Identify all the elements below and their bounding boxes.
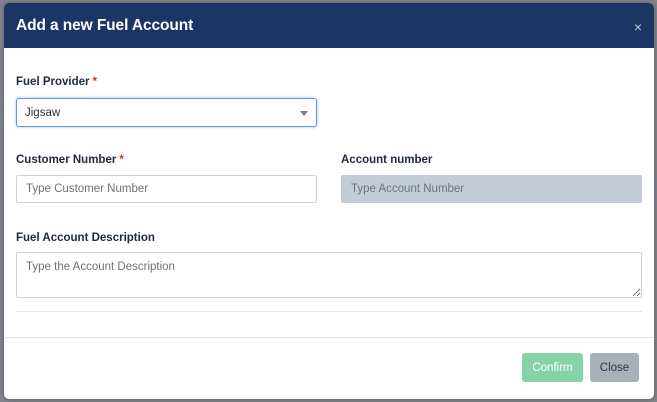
customer-number-input[interactable] bbox=[16, 175, 317, 203]
required-asterisk: * bbox=[119, 154, 124, 166]
footer-divider bbox=[4, 337, 654, 338]
chevron-down-icon bbox=[300, 111, 308, 116]
required-asterisk: * bbox=[92, 76, 97, 88]
confirm-button[interactable]: Confirm bbox=[522, 353, 583, 382]
fuel-provider-selected-value: Jigsaw bbox=[25, 106, 61, 119]
close-button[interactable]: Close bbox=[590, 353, 639, 382]
account-number-label-text: Account number bbox=[341, 154, 433, 166]
customer-number-label: Customer Number * bbox=[16, 154, 124, 166]
customer-number-label-text: Customer Number bbox=[16, 154, 117, 166]
account-number-input bbox=[341, 175, 642, 203]
form-divider bbox=[16, 311, 642, 312]
description-label: Fuel Account Description bbox=[16, 232, 155, 244]
account-number-label: Account number bbox=[341, 154, 432, 166]
description-textarea[interactable] bbox=[16, 252, 642, 298]
add-fuel-account-modal: Add a new Fuel Account × Fuel Provider * … bbox=[4, 3, 654, 399]
description-label-text: Fuel Account Description bbox=[16, 232, 155, 244]
close-icon[interactable]: × bbox=[634, 20, 642, 34]
fuel-provider-label: Fuel Provider * bbox=[16, 76, 97, 88]
modal-title: Add a new Fuel Account bbox=[16, 16, 194, 34]
modal-header: Add a new Fuel Account × bbox=[4, 3, 654, 48]
fuel-provider-label-text: Fuel Provider bbox=[16, 76, 90, 88]
fuel-provider-select[interactable]: Jigsaw bbox=[16, 98, 317, 127]
